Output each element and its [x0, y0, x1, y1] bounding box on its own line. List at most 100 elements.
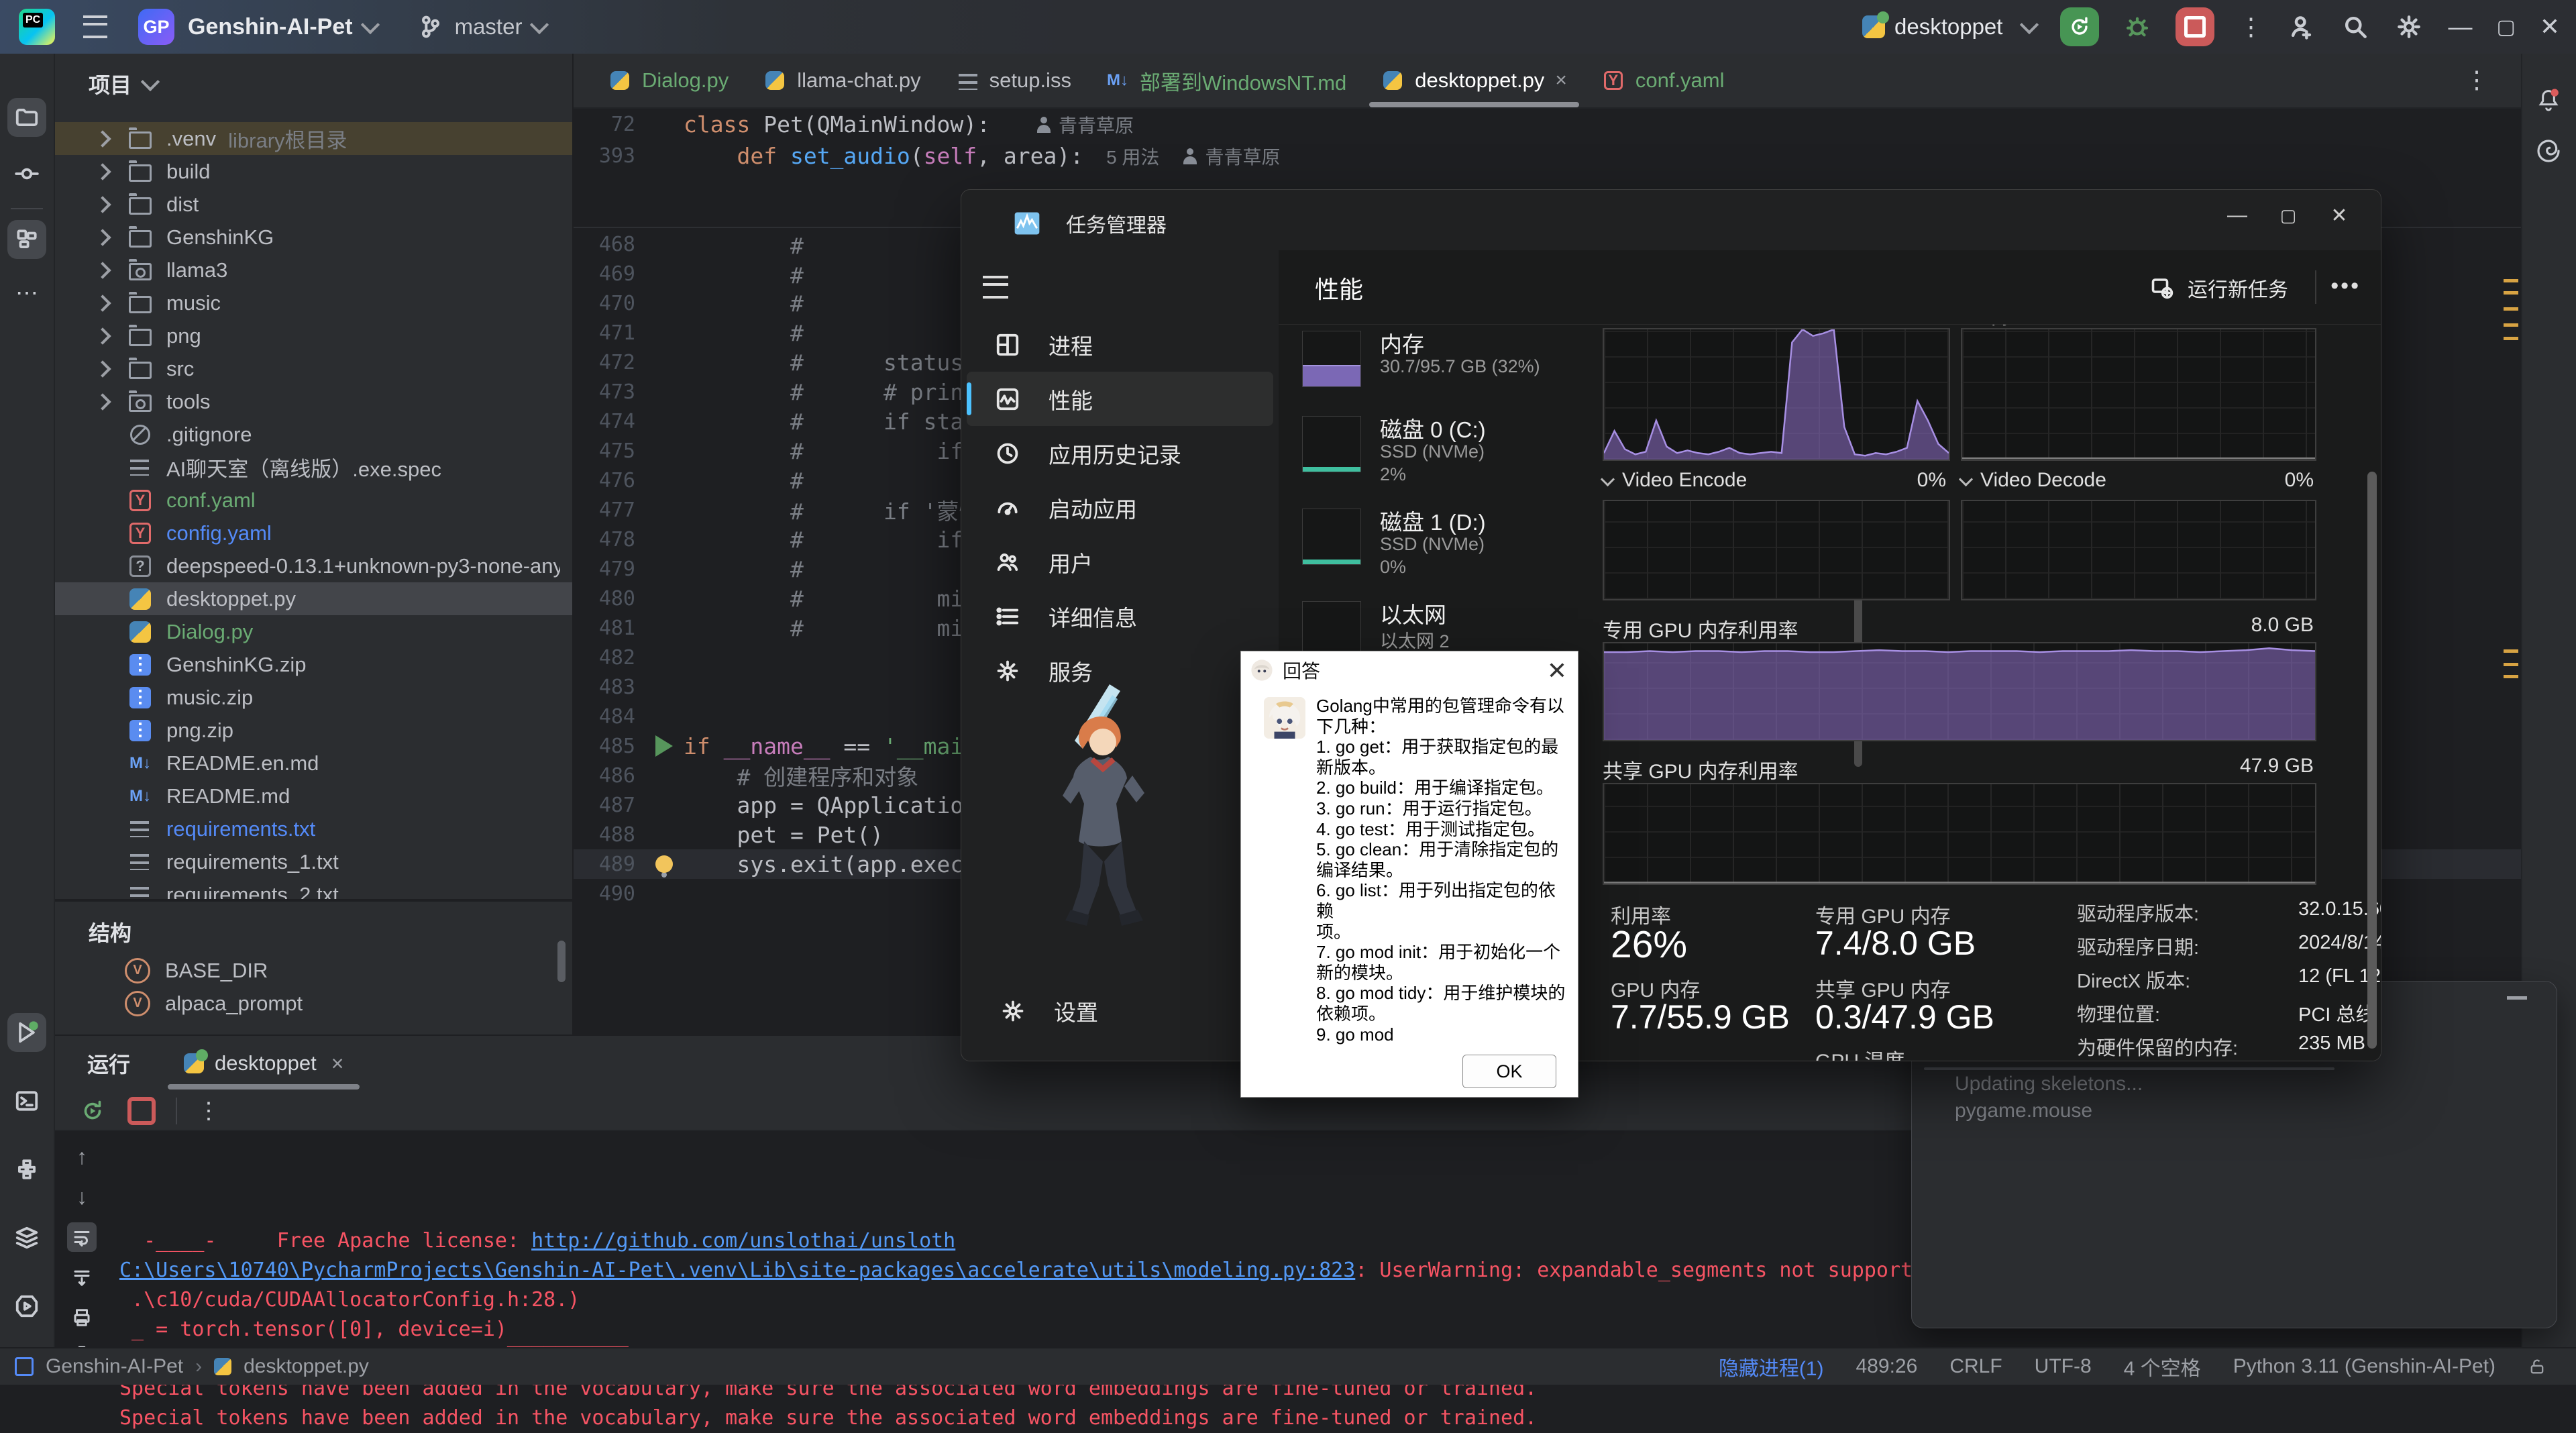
project-tool-icon[interactable] — [7, 98, 46, 137]
print-icon[interactable] — [67, 1303, 97, 1332]
tree-item[interactable]: png — [55, 319, 572, 352]
terminal-tool-icon[interactable] — [7, 1081, 46, 1120]
tm-menu-icon[interactable] — [983, 276, 1008, 299]
tree-item[interactable]: png.zip — [55, 714, 572, 747]
python-packages-tool-icon[interactable] — [7, 1150, 46, 1189]
expand-chevron-icon[interactable] — [94, 163, 111, 180]
scrollbar-warning-mark[interactable] — [2504, 663, 2518, 666]
tm-nav-startup-apps[interactable]: 启动应用 — [967, 480, 1273, 535]
tree-item[interactable]: Dialog.py — [55, 615, 572, 648]
structure-tool-icon[interactable] — [7, 220, 46, 259]
gutter-icon[interactable] — [645, 855, 684, 873]
editor-tab[interactable]: conf.yaml — [1585, 54, 1742, 107]
tree-item[interactable]: README.en.md — [55, 747, 572, 780]
tab-options-icon[interactable]: ⋮ — [2465, 66, 2489, 94]
expand-chevron-icon[interactable] — [94, 262, 111, 278]
line-separator[interactable]: CRLF — [1949, 1355, 2002, 1378]
tree-item[interactable]: conf.yaml — [55, 484, 572, 517]
gutter-icon[interactable] — [645, 735, 684, 757]
tree-item[interactable]: AI聊天室（离线版）.exe.spec — [55, 451, 572, 484]
settings-gear-icon[interactable] — [2394, 12, 2424, 42]
more-options-icon[interactable]: ⋮ — [197, 1098, 220, 1124]
tree-item[interactable]: desktoppet.py — [55, 582, 572, 615]
close-tab-icon[interactable]: × — [1555, 69, 1567, 92]
run-tab-desktoppet[interactable]: desktoppet × — [168, 1036, 360, 1091]
scroll-down-icon[interactable]: ↓ — [67, 1182, 97, 1212]
tm-more-options-icon[interactable]: ••• — [2330, 273, 2361, 299]
window-close-icon[interactable]: ✕ — [2540, 13, 2560, 41]
more-actions-icon[interactable]: ⋮ — [2239, 13, 2263, 41]
tree-item[interactable]: requirements.txt — [55, 812, 572, 845]
tree-item[interactable]: src — [55, 352, 572, 385]
expand-chevron-icon[interactable] — [94, 130, 111, 147]
scrollbar-warning-mark[interactable] — [2504, 337, 2518, 340]
pycharm-logo[interactable] — [19, 9, 55, 45]
project-badge[interactable]: GP — [138, 9, 174, 45]
editor-tab[interactable]: setup.iss — [938, 54, 1089, 107]
ai-assistant-icon[interactable] — [2529, 131, 2568, 170]
expand-chevron-icon[interactable] — [94, 196, 111, 213]
video-decode-label[interactable]: Video Decode — [1961, 469, 2106, 492]
structure-item[interactable]: V BASE_DIR — [55, 954, 572, 987]
main-menu-icon[interactable] — [83, 15, 107, 38]
notifications-bell-icon[interactable] — [2529, 81, 2568, 119]
scroll-to-end-icon[interactable] — [67, 1263, 97, 1292]
file-encoding[interactable]: UTF-8 — [2035, 1355, 2092, 1378]
hidden-process-link[interactable]: 隐藏进程(1) — [1719, 1352, 1824, 1381]
tm-scrollbar[interactable] — [2367, 472, 2377, 1049]
ok-button[interactable]: OK — [1462, 1055, 1556, 1088]
dialog-close-icon[interactable]: ✕ — [1547, 657, 1567, 685]
indent-style[interactable]: 4 个空格 — [2124, 1352, 2201, 1381]
video-encode-label[interactable]: Video Encode — [1603, 469, 1747, 492]
debug-bug-icon[interactable] — [2123, 13, 2151, 41]
tree-item[interactable]: .gitignore — [55, 418, 572, 451]
tm-close-icon[interactable]: ✕ — [2314, 197, 2365, 234]
expand-chevron-icon[interactable] — [94, 327, 111, 344]
tree-item[interactable]: GenshinKG — [55, 221, 572, 254]
tree-item[interactable]: music — [55, 286, 572, 319]
tm-maximize-icon[interactable]: ▢ — [2263, 197, 2314, 234]
services-tool-icon[interactable] — [7, 1218, 46, 1257]
run-config-selector[interactable]: desktoppet — [1862, 14, 2036, 40]
breadcrumb-file[interactable]: desktoppet.py — [244, 1355, 369, 1378]
scrollbar-warning-mark[interactable] — [2504, 279, 2518, 282]
expand-chevron-icon[interactable] — [94, 360, 111, 377]
add-user-icon[interactable] — [2287, 12, 2316, 42]
project-panel-header[interactable]: 项目 — [89, 68, 157, 99]
hide-popup-icon[interactable] — [2507, 996, 2527, 1000]
problems-tool-icon[interactable] — [7, 1287, 46, 1326]
tree-item[interactable]: requirements_1.txt — [55, 845, 572, 878]
scrollbar-warning-mark[interactable] — [2504, 675, 2518, 678]
breadcrumb-project[interactable]: Genshin-AI-Pet — [46, 1355, 183, 1378]
tree-item[interactable]: build — [55, 155, 572, 188]
rerun-icon[interactable] — [78, 1096, 107, 1126]
tm-nav-performance[interactable]: 性能 — [967, 372, 1273, 426]
editor-tab[interactable]: 部署到WindowsNT.md — [1089, 54, 1364, 107]
scrollbar-warning-mark[interactable] — [2504, 649, 2518, 653]
lock-icon[interactable] — [2528, 1357, 2546, 1376]
structure-panel-header[interactable]: 结构 — [89, 916, 131, 947]
python-interpreter[interactable]: Python 3.11 (Genshin-AI-Pet) — [2233, 1355, 2496, 1378]
tm-minimize-icon[interactable]: — — [2212, 197, 2263, 234]
run-new-task-button[interactable]: 运行新任务 — [2138, 266, 2300, 309]
perf-card-disk0[interactable]: 磁盘 0 (C:) SSD (NVMe) 2% — [1302, 416, 1584, 472]
perf-card-ethernet[interactable]: 以太网 以太网 2 发送: 0 接收: 0 Kbp — [1302, 601, 1584, 657]
tree-item[interactable]: dist — [55, 188, 572, 221]
more-tools-icon[interactable]: ⋯ — [7, 274, 46, 313]
perf-card-disk1[interactable]: 磁盘 1 (D:) SSD (NVMe) 0% — [1302, 509, 1584, 565]
rerun-button[interactable] — [2060, 7, 2099, 46]
structure-scrollbar[interactable] — [557, 941, 566, 982]
caret-position[interactable]: 489:26 — [1856, 1355, 1918, 1378]
run-tool-icon[interactable] — [7, 1013, 46, 1052]
expand-chevron-icon[interactable] — [94, 393, 111, 410]
dialog-titlebar[interactable]: 回答 ✕ — [1241, 651, 1578, 689]
tree-item[interactable]: README.md — [55, 780, 572, 812]
tm-nav-app-history[interactable]: 应用历史记录 — [967, 426, 1273, 480]
desktop-pet-character[interactable] — [1032, 679, 1190, 935]
scrollbar-warning-mark[interactable] — [2504, 307, 2518, 311]
stop-icon[interactable] — [127, 1097, 156, 1125]
scroll-up-icon[interactable]: ↑ — [67, 1142, 97, 1171]
window-minimize-icon[interactable]: — — [2448, 13, 2472, 41]
tree-item[interactable]: GenshinKG.zip — [55, 648, 572, 681]
editor-tab[interactable]: llama-chat.py — [746, 54, 938, 107]
